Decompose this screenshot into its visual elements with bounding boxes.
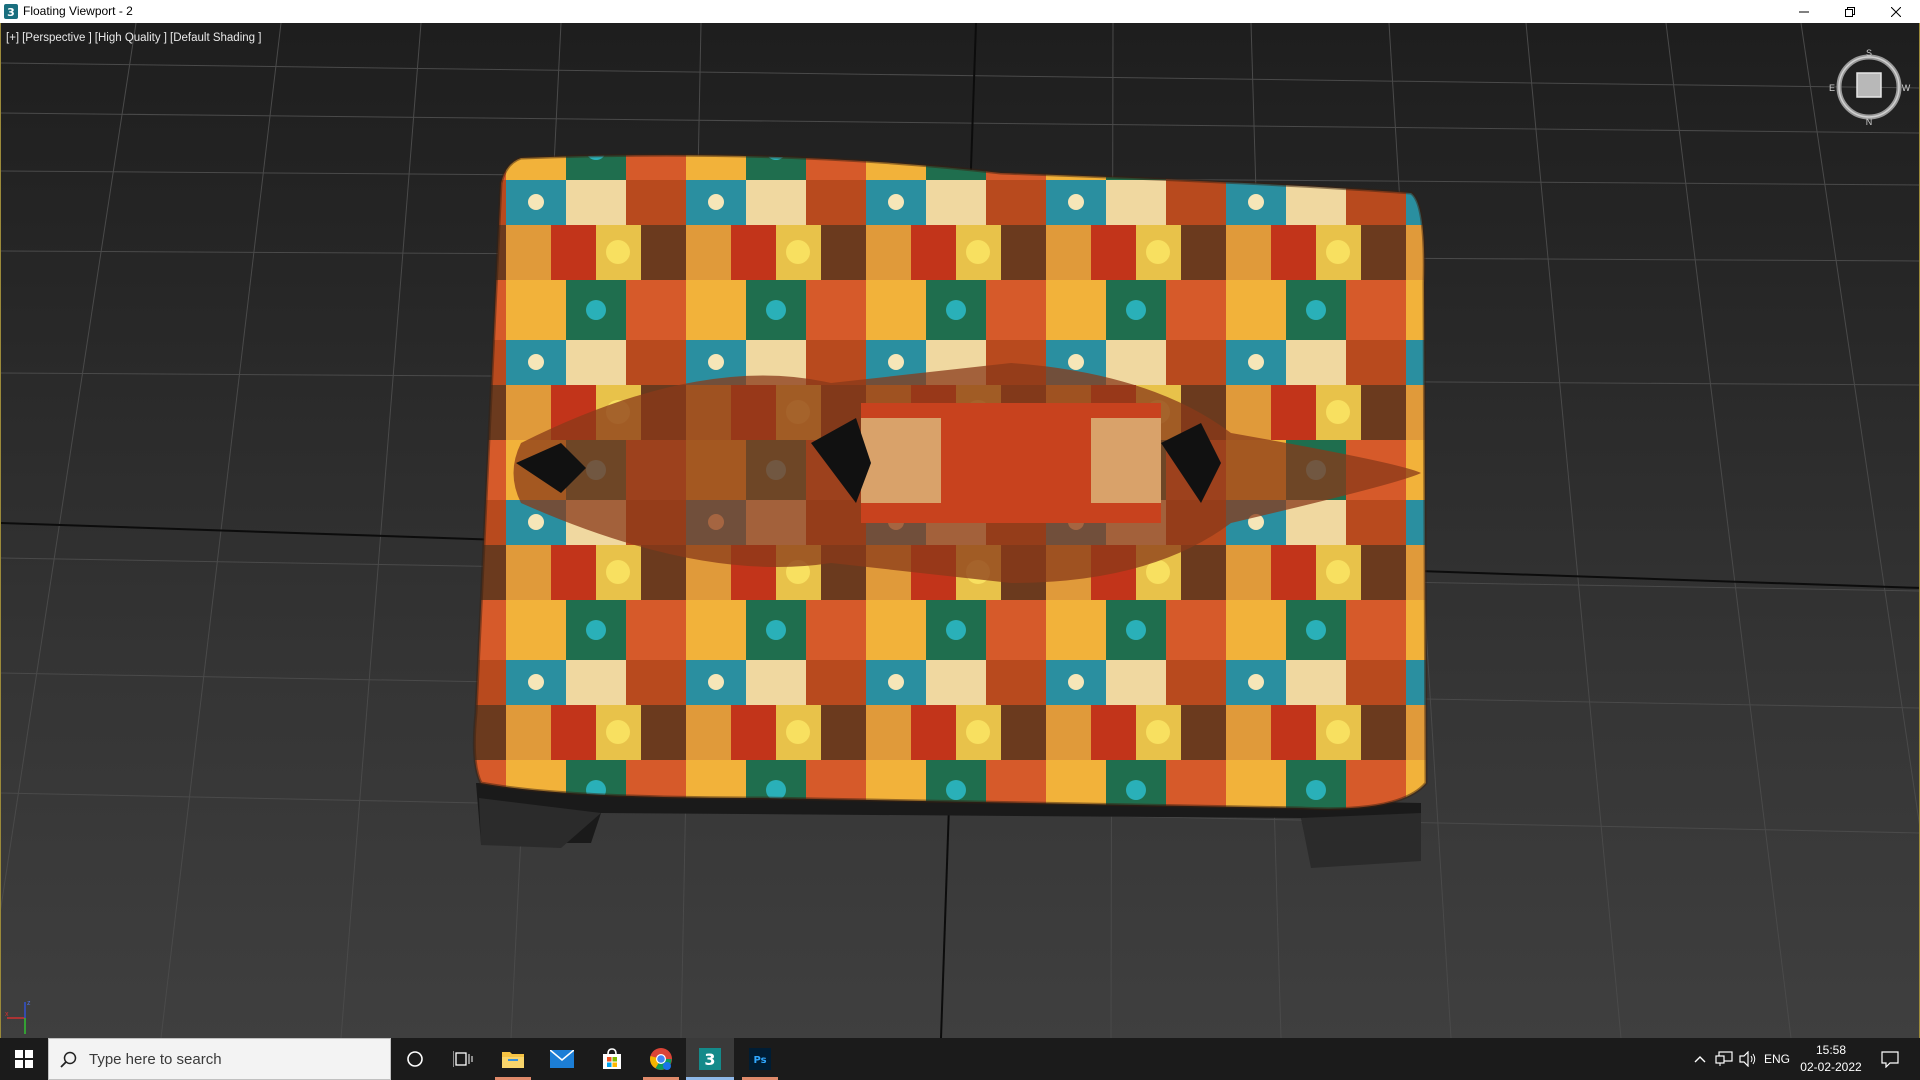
viewport-general-menu[interactable]: [+] bbox=[6, 32, 19, 44]
axis-z-label: z bbox=[27, 1000, 31, 1007]
mail-icon bbox=[550, 1050, 574, 1068]
photoshop-icon: Ps bbox=[749, 1048, 771, 1070]
tray-volume-button[interactable] bbox=[1736, 1038, 1760, 1080]
chevron-up-icon bbox=[1694, 1056, 1706, 1063]
restore-button[interactable] bbox=[1827, 0, 1873, 23]
task-view-button[interactable] bbox=[439, 1038, 487, 1080]
taskbar-photoshop[interactable]: Ps bbox=[736, 1038, 784, 1080]
viewcube-w: W bbox=[1902, 83, 1911, 93]
axis-tripod-icon: x z bbox=[5, 1000, 31, 1034]
search-placeholder: Type here to search bbox=[89, 1051, 222, 1068]
3ds-max-icon: 3 bbox=[699, 1048, 721, 1070]
viewcube-s: S bbox=[1866, 48, 1872, 58]
notification-icon bbox=[1881, 1050, 1899, 1068]
taskbar-search-box[interactable]: Type here to search bbox=[48, 1038, 391, 1080]
svg-text:3: 3 bbox=[704, 1050, 715, 1069]
viewcube-n: N bbox=[1866, 117, 1873, 127]
viewport-quality-menu[interactable]: [High Quality ] bbox=[95, 32, 167, 44]
svg-text:3: 3 bbox=[7, 6, 15, 19]
clock-time: 15:58 bbox=[1815, 1043, 1847, 1057]
axis-x-label: x bbox=[5, 1011, 9, 1018]
store-bag-icon bbox=[603, 1048, 621, 1069]
perspective-viewport[interactable]: [+] [Perspective ] [High Quality ] [Defa… bbox=[0, 23, 1920, 1038]
minimize-icon bbox=[1799, 11, 1809, 12]
taskbar-microsoft-store[interactable] bbox=[588, 1038, 636, 1080]
close-button[interactable] bbox=[1873, 0, 1919, 23]
minimize-button[interactable] bbox=[1781, 0, 1827, 23]
volume-icon bbox=[1739, 1051, 1756, 1067]
search-icon bbox=[60, 1051, 77, 1068]
close-icon bbox=[1891, 6, 1901, 17]
3ds-max-app-icon: 3 bbox=[4, 4, 18, 19]
viewcube-icon[interactable]: S N E W bbox=[1827, 45, 1911, 129]
restore-icon bbox=[1845, 6, 1855, 17]
action-center-button[interactable] bbox=[1872, 1038, 1908, 1080]
tray-language[interactable]: ENG bbox=[1762, 1038, 1792, 1080]
network-icon bbox=[1715, 1051, 1733, 1066]
start-button[interactable] bbox=[0, 1038, 48, 1080]
window-title: Floating Viewport - 2 bbox=[23, 4, 133, 18]
svg-text:Ps: Ps bbox=[753, 1055, 766, 1066]
home-grid bbox=[1, 23, 1919, 1038]
taskbar-3ds-max[interactable]: 3 bbox=[686, 1038, 734, 1080]
windows-logo-icon bbox=[15, 1050, 33, 1068]
cortana-button[interactable] bbox=[391, 1038, 439, 1080]
folder-icon bbox=[502, 1052, 524, 1068]
taskbar: Type here to search 3 Ps ENG 15:58 02-02… bbox=[0, 1038, 1920, 1080]
viewport-shading-menu[interactable]: [Default Shading ] bbox=[170, 32, 261, 44]
cortana-circle-icon bbox=[407, 1051, 423, 1067]
tray-overflow-button[interactable] bbox=[1688, 1038, 1712, 1080]
tray-network-button[interactable] bbox=[1712, 1038, 1736, 1080]
taskbar-clock[interactable]: 15:58 02-02-2022 bbox=[1792, 1042, 1870, 1076]
chrome-icon bbox=[650, 1048, 672, 1070]
viewport-pov-menu[interactable]: [Perspective ] bbox=[22, 32, 92, 44]
clock-date: 02-02-2022 bbox=[1800, 1060, 1862, 1074]
taskbar-file-explorer[interactable] bbox=[489, 1038, 537, 1080]
taskbar-chrome[interactable] bbox=[637, 1038, 685, 1080]
viewport-label-menu[interactable]: [+] [Perspective ] [High Quality ] [Defa… bbox=[6, 32, 261, 44]
ottoman-model bbox=[472, 153, 1428, 868]
taskbar-mail[interactable] bbox=[538, 1038, 586, 1080]
viewcube-e: E bbox=[1829, 83, 1835, 93]
window-title-bar[interactable]: 3 Floating Viewport - 2 bbox=[0, 0, 1920, 24]
task-view-icon bbox=[453, 1051, 473, 1067]
